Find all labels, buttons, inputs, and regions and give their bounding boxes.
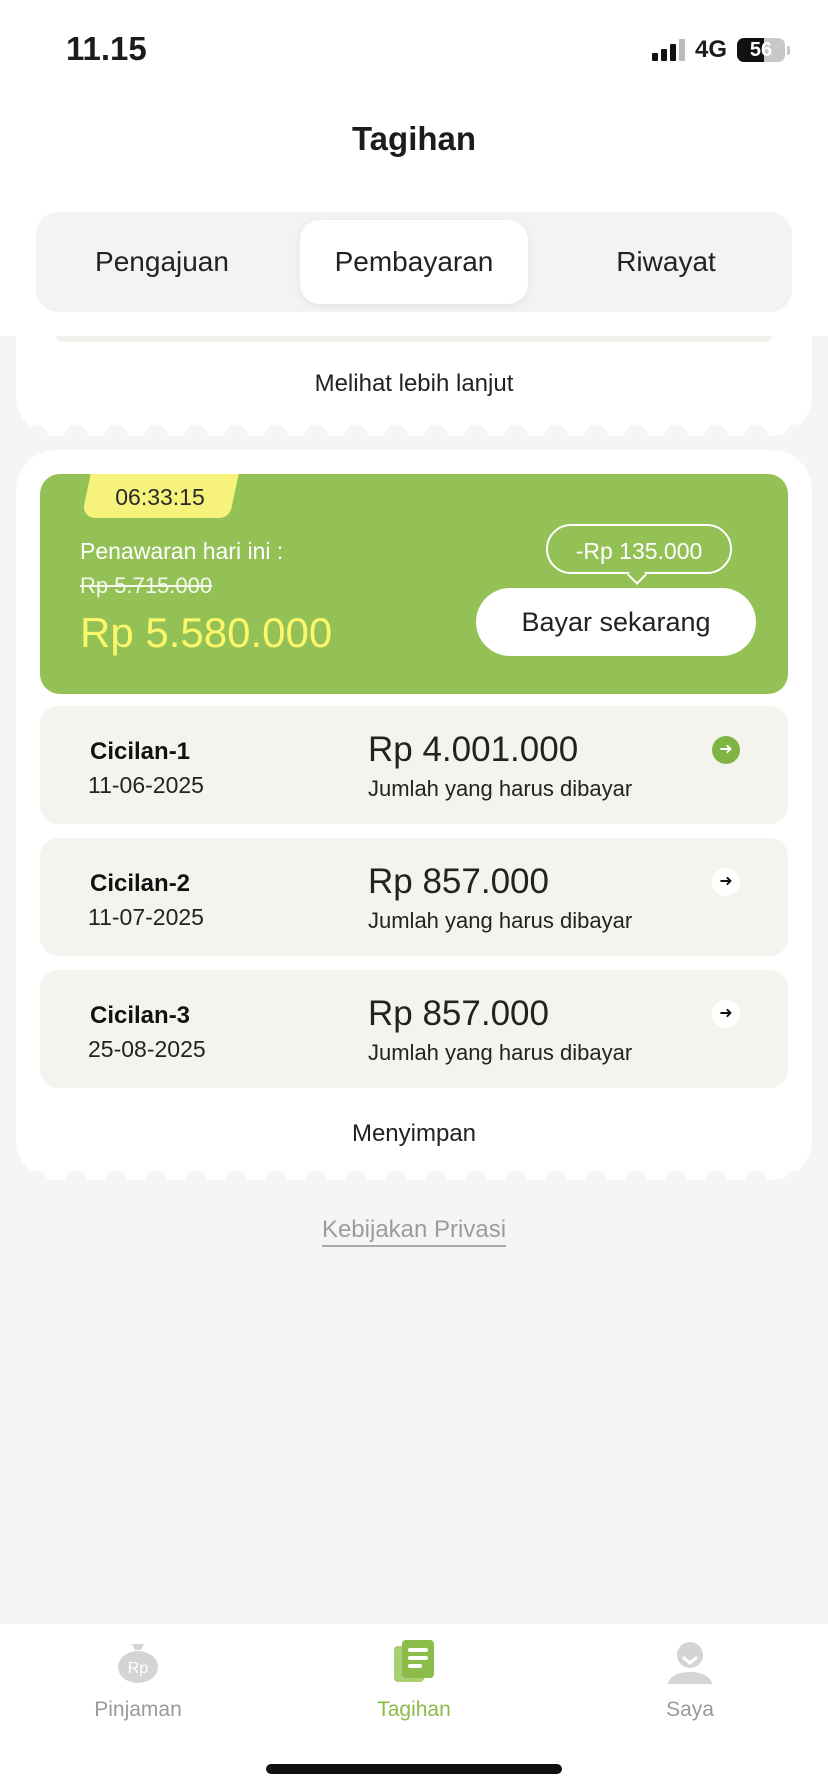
bill-icon [390,1638,438,1686]
network-type: 4G [694,36,727,63]
installment-date: 11-07-2025 [88,904,204,930]
tab-riwayat[interactable]: Riwayat [540,220,792,304]
countdown-timer: 06:33:15 [115,484,205,510]
new-price: Rp 5.580.000 [80,609,333,656]
pay-now-button[interactable]: Bayar sekarang [476,588,756,656]
installment-date: 25-08-2025 [88,1036,206,1062]
previous-bill-card: Melihat lebih lanjut [16,336,812,436]
save-button[interactable]: Menyimpan [16,1120,812,1148]
installment-row-2[interactable]: Cicilan-2 11-07-2025 Rp 857.000 Jumlah y… [40,838,788,956]
nav-label: Pinjaman [94,1698,182,1721]
status-time: 11.15 [66,30,147,67]
battery-icon: 56 [737,38,785,62]
installment-amount: Rp 857.000 [368,994,549,1033]
installment-name: Cicilan-3 [90,1002,191,1029]
offer-banner: 06:33:15 Penawaran hari ini : Rp 5.715.0… [40,474,788,694]
privacy-policy-link[interactable]: Kebijakan Privasi [0,1216,828,1247]
tab-pembayaran[interactable]: Pembayaran [300,220,528,304]
installment-row-3[interactable]: Cicilan-3 25-08-2025 Rp 857.000 Jumlah y… [40,970,788,1088]
nav-item-saya[interactable]: Saya [600,1638,780,1722]
previous-row-edge [56,336,772,342]
privacy-policy-label[interactable]: Kebijakan Privasi [321,1216,507,1247]
tab-bar: Pengajuan Pembayaran Riwayat [36,212,792,312]
installment-name: Cicilan-2 [90,870,191,897]
home-indicator [266,1764,562,1774]
installment-note: Jumlah yang harus dibayar [368,776,633,801]
installment-note: Jumlah yang harus dibayar [368,908,633,933]
page-title: Tagihan [351,120,477,157]
nav-item-tagihan[interactable]: Tagihan [324,1638,504,1722]
nav-item-pinjaman[interactable]: Rp Pinjaman [48,1638,228,1722]
page-header: Tagihan Pengajuan Pembayaran Riwayat [0,100,828,336]
current-bill-card: 06:33:15 Penawaran hari ini : Rp 5.715.0… [16,450,812,1180]
nav-label: Saya [666,1698,714,1721]
arrow-right-icon[interactable]: ➜ [712,736,740,764]
installment-row-1[interactable]: Cicilan-1 11-06-2025 Rp 4.001.000 Jumlah… [40,706,788,824]
old-price: Rp 5.715.000 [80,573,213,598]
money-bag-icon: Rp [114,1638,162,1686]
battery-tip [787,45,790,55]
offer-label: Penawaran hari ini : [80,538,284,564]
card-scallop-edge [16,418,812,436]
arrow-right-icon[interactable]: ➜ [712,1000,740,1028]
status-indicators: 4G 56 [651,36,790,64]
card-scallop-edge [16,1164,812,1180]
installment-name: Cicilan-1 [90,738,191,765]
installment-date: 11-06-2025 [88,772,204,798]
arrow-right-icon[interactable]: ➜ [712,868,740,896]
person-icon [666,1638,714,1686]
tab-pengajuan[interactable]: Pengajuan [36,220,288,304]
installment-note: Jumlah yang harus dibayar [368,1040,633,1065]
nav-label: Tagihan [377,1698,451,1721]
loan-icon-text: Rp [128,1660,149,1677]
battery-level: 56 [749,39,773,61]
installment-amount: Rp 4.001.000 [368,730,579,769]
status-bar: 11.15 4G 56 [0,0,828,100]
see-more-link[interactable]: Melihat lebih lanjut [16,370,812,398]
installment-amount: Rp 857.000 [368,862,549,901]
signal-icon [651,39,685,61]
